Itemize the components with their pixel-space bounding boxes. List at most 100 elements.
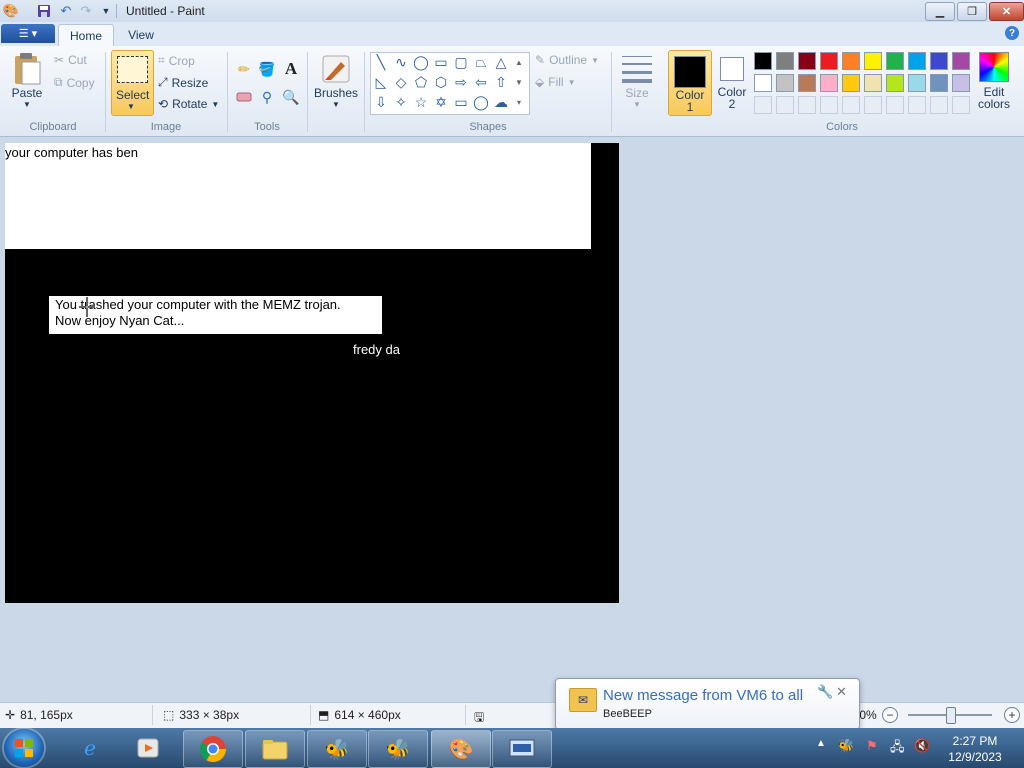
tab-home[interactable]: Home: [58, 24, 114, 47]
beebeep-icon[interactable]: 🐝: [307, 730, 367, 768]
redo-icon[interactable]: ↷: [78, 3, 94, 19]
palette-swatch[interactable]: [754, 52, 772, 70]
palette-swatch[interactable]: [776, 74, 794, 92]
fill-button[interactable]: ⬙ Fill ▼: [535, 75, 575, 89]
fill-bucket-icon[interactable]: 🪣: [257, 59, 277, 79]
text-tool-icon[interactable]: A: [281, 59, 301, 79]
palette-empty-swatch[interactable]: [930, 96, 948, 114]
file-explorer-icon[interactable]: [245, 730, 305, 768]
zoom-out-button[interactable]: −: [882, 707, 898, 723]
customize-qa-icon[interactable]: ▼: [98, 3, 114, 19]
size-button[interactable]: Size ▼: [618, 52, 656, 109]
palette-swatch[interactable]: [820, 74, 838, 92]
rotate-button[interactable]: ⟲ Rotate ▼: [158, 97, 219, 111]
network-icon[interactable]: 🖧: [890, 738, 905, 760]
palette-swatch[interactable]: [886, 52, 904, 70]
brushes-button[interactable]: Brushes ▼: [314, 52, 358, 109]
color-picker-icon[interactable]: ⚲: [257, 87, 277, 107]
eraser-icon[interactable]: [234, 87, 254, 107]
beebeep-tray-icon[interactable]: 🐝: [838, 738, 854, 754]
shapes-expand-icon[interactable]: ▾: [512, 93, 526, 111]
palette-swatch[interactable]: [952, 74, 970, 92]
right-triangle-shape-icon[interactable]: ◺: [372, 73, 390, 91]
zoom-slider-thumb[interactable]: [946, 707, 956, 724]
edit-colors-button[interactable]: Edit colors: [974, 52, 1014, 110]
line-shape-icon[interactable]: ╲: [372, 53, 390, 71]
palette-swatch[interactable]: [798, 74, 816, 92]
palette-empty-swatch[interactable]: [864, 96, 882, 114]
internet-explorer-icon[interactable]: ℯ: [70, 730, 110, 766]
close-button[interactable]: ✕: [989, 2, 1024, 21]
paint-taskbar-icon[interactable]: 🎨: [431, 730, 491, 768]
paint-app-icon[interactable]: 🎨: [3, 3, 19, 19]
palette-swatch[interactable]: [842, 74, 860, 92]
palette-swatch[interactable]: [864, 52, 882, 70]
palette-swatch[interactable]: [930, 74, 948, 92]
cloud-callout-shape-icon[interactable]: ☁: [492, 93, 510, 111]
minimize-button[interactable]: ▁: [925, 2, 955, 21]
resize-button[interactable]: ⤢ Resize: [158, 75, 208, 90]
palette-empty-swatch[interactable]: [842, 96, 860, 114]
notification-options-icon[interactable]: 🔧: [817, 684, 833, 700]
crop-button[interactable]: ⌗ Crop: [158, 53, 195, 68]
down-arrow-shape-icon[interactable]: ⇩: [372, 93, 390, 111]
palette-swatch[interactable]: [798, 52, 816, 70]
oval-shape-icon[interactable]: ◯: [412, 53, 430, 71]
pencil-icon[interactable]: ✏: [234, 59, 254, 79]
palette-empty-swatch[interactable]: [798, 96, 816, 114]
tab-view[interactable]: View: [118, 24, 164, 46]
clock[interactable]: 2:27 PM 12/9/2023: [940, 733, 1010, 765]
palette-empty-swatch[interactable]: [908, 96, 926, 114]
palette-swatch[interactable]: [842, 52, 860, 70]
cut-button[interactable]: ✂ Cut: [54, 53, 87, 67]
chrome-icon[interactable]: [183, 730, 243, 768]
six-point-star-shape-icon[interactable]: ✡: [432, 93, 450, 111]
volume-muted-icon[interactable]: 🔇: [914, 738, 930, 754]
color2-button[interactable]: Color 2: [711, 50, 753, 114]
undo-icon[interactable]: ↶: [58, 3, 74, 19]
copy-button[interactable]: ⧉ Copy: [54, 75, 95, 90]
left-arrow-shape-icon[interactable]: ⇦: [472, 73, 490, 91]
palette-swatch[interactable]: [754, 74, 772, 92]
palette-swatch[interactable]: [952, 52, 970, 70]
diamond-shape-icon[interactable]: ◇: [392, 73, 410, 91]
virtual-keyboard-icon[interactable]: [492, 730, 552, 768]
palette-swatch[interactable]: [908, 74, 926, 92]
help-icon[interactable]: ?: [1005, 26, 1019, 40]
palette-swatch[interactable]: [820, 52, 838, 70]
color1-button[interactable]: Color 1: [668, 50, 712, 116]
palette-empty-swatch[interactable]: [820, 96, 838, 114]
polygon-shape-icon[interactable]: ⏢: [472, 53, 490, 71]
action-center-icon[interactable]: ⚑: [866, 738, 878, 754]
shapes-scroll-up-icon[interactable]: ▲: [512, 53, 526, 71]
show-hidden-icons-button[interactable]: ▲: [816, 738, 826, 749]
paste-button[interactable]: Paste ▼: [8, 52, 46, 109]
maximize-button[interactable]: ❐: [957, 2, 987, 21]
right-arrow-shape-icon[interactable]: ⇨: [452, 73, 470, 91]
rounded-rectangle-shape-icon[interactable]: ▢: [452, 53, 470, 71]
curve-shape-icon[interactable]: ∿: [392, 53, 410, 71]
palette-empty-swatch[interactable]: [952, 96, 970, 114]
triangle-shape-icon[interactable]: △: [492, 53, 510, 71]
magnifier-icon[interactable]: 🔍: [281, 87, 301, 107]
file-menu-button[interactable]: ☰ ▾: [1, 24, 55, 43]
five-point-star-shape-icon[interactable]: ☆: [412, 93, 430, 111]
zoom-in-button[interactable]: +: [1004, 707, 1020, 723]
pentagon-shape-icon[interactable]: ⬠: [412, 73, 430, 91]
notification-popup[interactable]: [555, 678, 860, 730]
rect-callout-shape-icon[interactable]: ▭: [452, 93, 470, 111]
palette-swatch[interactable]: [930, 52, 948, 70]
palette-swatch[interactable]: [776, 52, 794, 70]
oval-callout-shape-icon[interactable]: ◯: [472, 93, 490, 111]
shapes-scroll-down-icon[interactable]: ▼: [512, 73, 526, 91]
palette-empty-swatch[interactable]: [886, 96, 904, 114]
beebeep-icon-2[interactable]: 🐝: [368, 730, 428, 768]
save-icon[interactable]: [36, 3, 52, 19]
media-player-icon[interactable]: [128, 730, 168, 766]
start-button[interactable]: [4, 729, 44, 767]
palette-empty-swatch[interactable]: [776, 96, 794, 114]
rectangle-shape-icon[interactable]: ▭: [432, 53, 450, 71]
hexagon-shape-icon[interactable]: ⬡: [432, 73, 450, 91]
notification-close-icon[interactable]: ✕: [836, 684, 847, 700]
palette-swatch[interactable]: [886, 74, 904, 92]
